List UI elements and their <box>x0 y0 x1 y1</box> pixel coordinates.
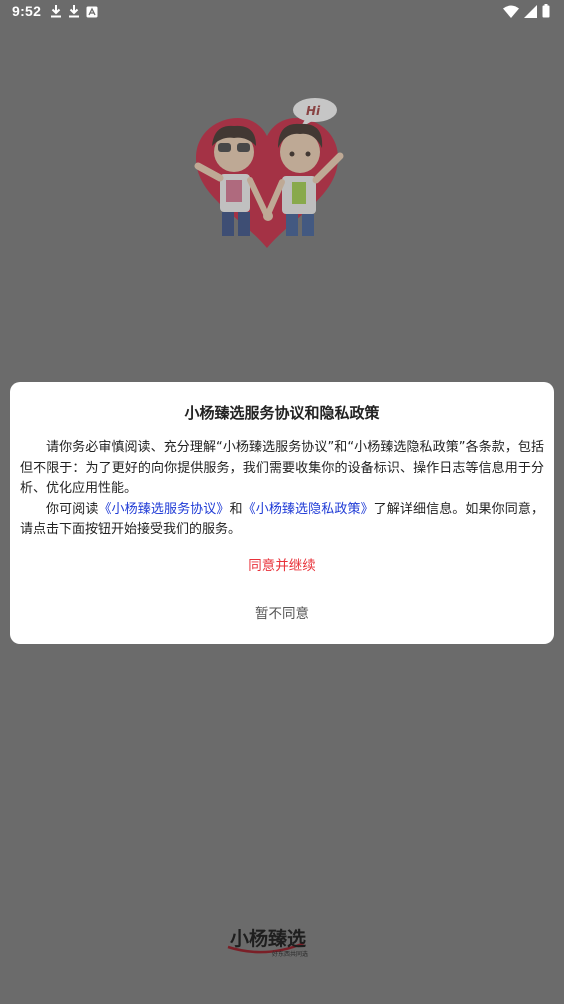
para2-and: 和 <box>229 501 243 517</box>
brand-logo: 小杨臻选 好东西共同选 <box>227 927 308 958</box>
dialog-paragraph-1: 请你务必审慎阅读、充分理解“小杨臻选服务协议”和“小杨臻选隐私政策”各条款，包括… <box>20 440 544 496</box>
system-icons <box>503 4 550 18</box>
disagree-button[interactable]: 暂不同意 <box>10 600 554 628</box>
logo-text: 小杨臻选 <box>230 927 306 950</box>
notification-icons <box>50 5 98 18</box>
download-icon <box>51 5 61 18</box>
app-notification-icon <box>86 6 98 17</box>
signal-icon <box>524 4 537 18</box>
para2-prefix: 你可阅读 <box>46 501 99 517</box>
service-agreement-link[interactable]: 《小杨臻选服务协议》 <box>98 502 229 517</box>
dialog-title: 小杨臻选服务协议和隐私政策 <box>184 404 380 422</box>
dialog-body: 请你务必审慎阅读、充分理解“小杨臻选服务协议”和“小杨臻选隐私政策”各条款，包括… <box>20 438 544 541</box>
splash-illustration: Hi <box>194 98 344 248</box>
logo-subtext: 好东西共同选 <box>272 950 308 958</box>
wifi-icon <box>503 5 519 18</box>
download-icon <box>69 5 79 18</box>
battery-icon <box>542 4 550 18</box>
privacy-policy-link[interactable]: 《小杨臻选隐私政策》 <box>243 502 374 517</box>
dialog-paragraph-2: 你可阅读《小杨臻选服务协议》和《小杨臻选隐私政策》了解详细信息。如果你同意，请点… <box>20 500 544 541</box>
status-time: 9:52 <box>12 3 42 19</box>
privacy-dialog: 小杨臻选服务协议和隐私政策 请你务必审慎阅读、充分理解“小杨臻选服务协议”和“小… <box>10 382 554 644</box>
status-bar: 9:52 <box>0 0 564 26</box>
bubble-text: Hi <box>306 104 321 118</box>
agree-button[interactable]: 同意并继续 <box>10 552 554 580</box>
